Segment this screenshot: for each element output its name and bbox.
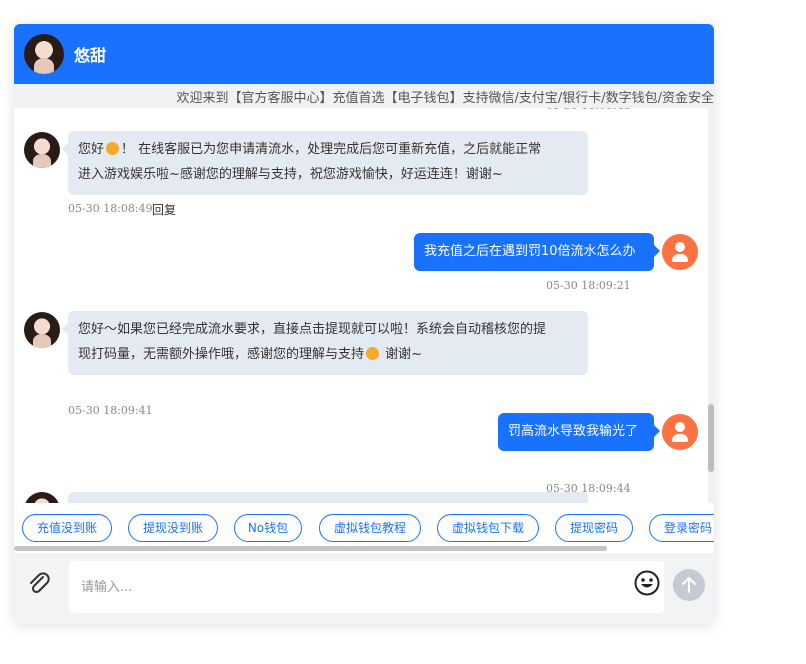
message-time: 05-30 18:09:41	[68, 404, 153, 417]
message-bubble: 您好～如果您已经完成流水要求，直接点击提现就可以啦！系统会自动稽核您的提 现打码…	[62, 311, 588, 375]
paperclip-icon[interactable]	[26, 570, 52, 596]
agent-avatar	[24, 312, 60, 348]
quick-reply-chip[interactable]: 提现没到账	[128, 514, 218, 542]
agent-avatar	[24, 132, 60, 168]
arrow-up-icon	[682, 577, 696, 593]
quick-reply-chip[interactable]: 虚拟钱包教程	[319, 514, 421, 542]
chat-window: 悠甜 欢迎来到【官方客服中心】充值首选【电子钱包】支持微信/支付宝/银行卡/数字…	[14, 24, 714, 624]
quick-reply-chip[interactable]: 提现密码	[555, 514, 633, 542]
user-icon	[662, 234, 698, 270]
message-text: 现打码量，无需额外操作哦，感谢您的理解与支持	[78, 347, 365, 362]
smiley-emoji-icon	[366, 347, 380, 360]
announcement-text: 欢迎来到【官方客服中心】充值首选【电子钱包】支持微信/支付宝/银行卡/数字钱包/…	[176, 91, 714, 106]
reply-link[interactable]: 回复	[152, 201, 176, 218]
chat-scrollbar-thumb[interactable]	[708, 404, 714, 472]
message-text: 谢谢~	[381, 347, 423, 362]
quick-reply-chip[interactable]: 充值没到账	[22, 514, 112, 542]
smiley-emoji-icon	[106, 142, 120, 155]
message-text: ！ 在线客服已为您申请清流水，处理完成后您可重新充值，之后就能正常	[121, 142, 542, 157]
message-bubble-outgoing: 罚高流水导致我输光了	[498, 413, 660, 451]
agent-avatar	[24, 34, 64, 74]
user-icon	[662, 414, 698, 450]
message-bubble-outgoing: 我充值之后在遇到罚10倍流水怎么办	[414, 233, 660, 271]
chat-header: 悠甜	[14, 24, 714, 84]
quick-reply-chip[interactable]: No钱包	[234, 514, 302, 542]
message-text: 进入游戏娱乐啦~感谢您的理解与支持，祝您游戏愉快，好运连连！谢谢~	[78, 167, 503, 182]
message-text: 我充值之后在遇到罚10倍流水怎么办	[424, 244, 636, 259]
message-time-cut: 05-30 18:08:48	[546, 108, 631, 112]
message-input[interactable]	[69, 561, 664, 613]
message-time: 05-30 18:08:49	[68, 202, 153, 215]
input-bar	[14, 553, 714, 624]
agent-name: 悠甜	[74, 46, 107, 65]
message-text: 您好	[78, 142, 105, 157]
message-time: 05-30 18:09:21	[546, 279, 631, 292]
message-bubble: 您好 ！ 在线客服已为您申请清流水，处理完成后您可重新充值，之后就能正常 进入游戏…	[62, 131, 588, 195]
message-list[interactable]: 05-30 18:08:48 您好 ！ 在线客服已为您申请清流水，处理完成后您可重…	[14, 108, 714, 503]
agent-avatar	[24, 492, 60, 503]
quick-replies-scrollbar[interactable]	[14, 546, 607, 551]
quick-reply-chip[interactable]: 登录密码	[649, 514, 714, 542]
message-text: 您好～如果您已经完成流水要求，直接点击提现就可以啦！系统会自动稽核您的提	[78, 322, 547, 337]
send-button[interactable]	[673, 569, 705, 601]
smiley-icon[interactable]	[634, 570, 660, 596]
message-bubble	[68, 492, 588, 503]
quick-reply-chip[interactable]: 虚拟钱包下载	[437, 514, 539, 542]
chat-scrollbar[interactable]	[708, 108, 714, 503]
message-text: 罚高流水导致我输光了	[508, 424, 639, 439]
announcement-marquee: 欢迎来到【官方客服中心】充值首选【电子钱包】支持微信/支付宝/银行卡/数字钱包/…	[14, 84, 714, 108]
